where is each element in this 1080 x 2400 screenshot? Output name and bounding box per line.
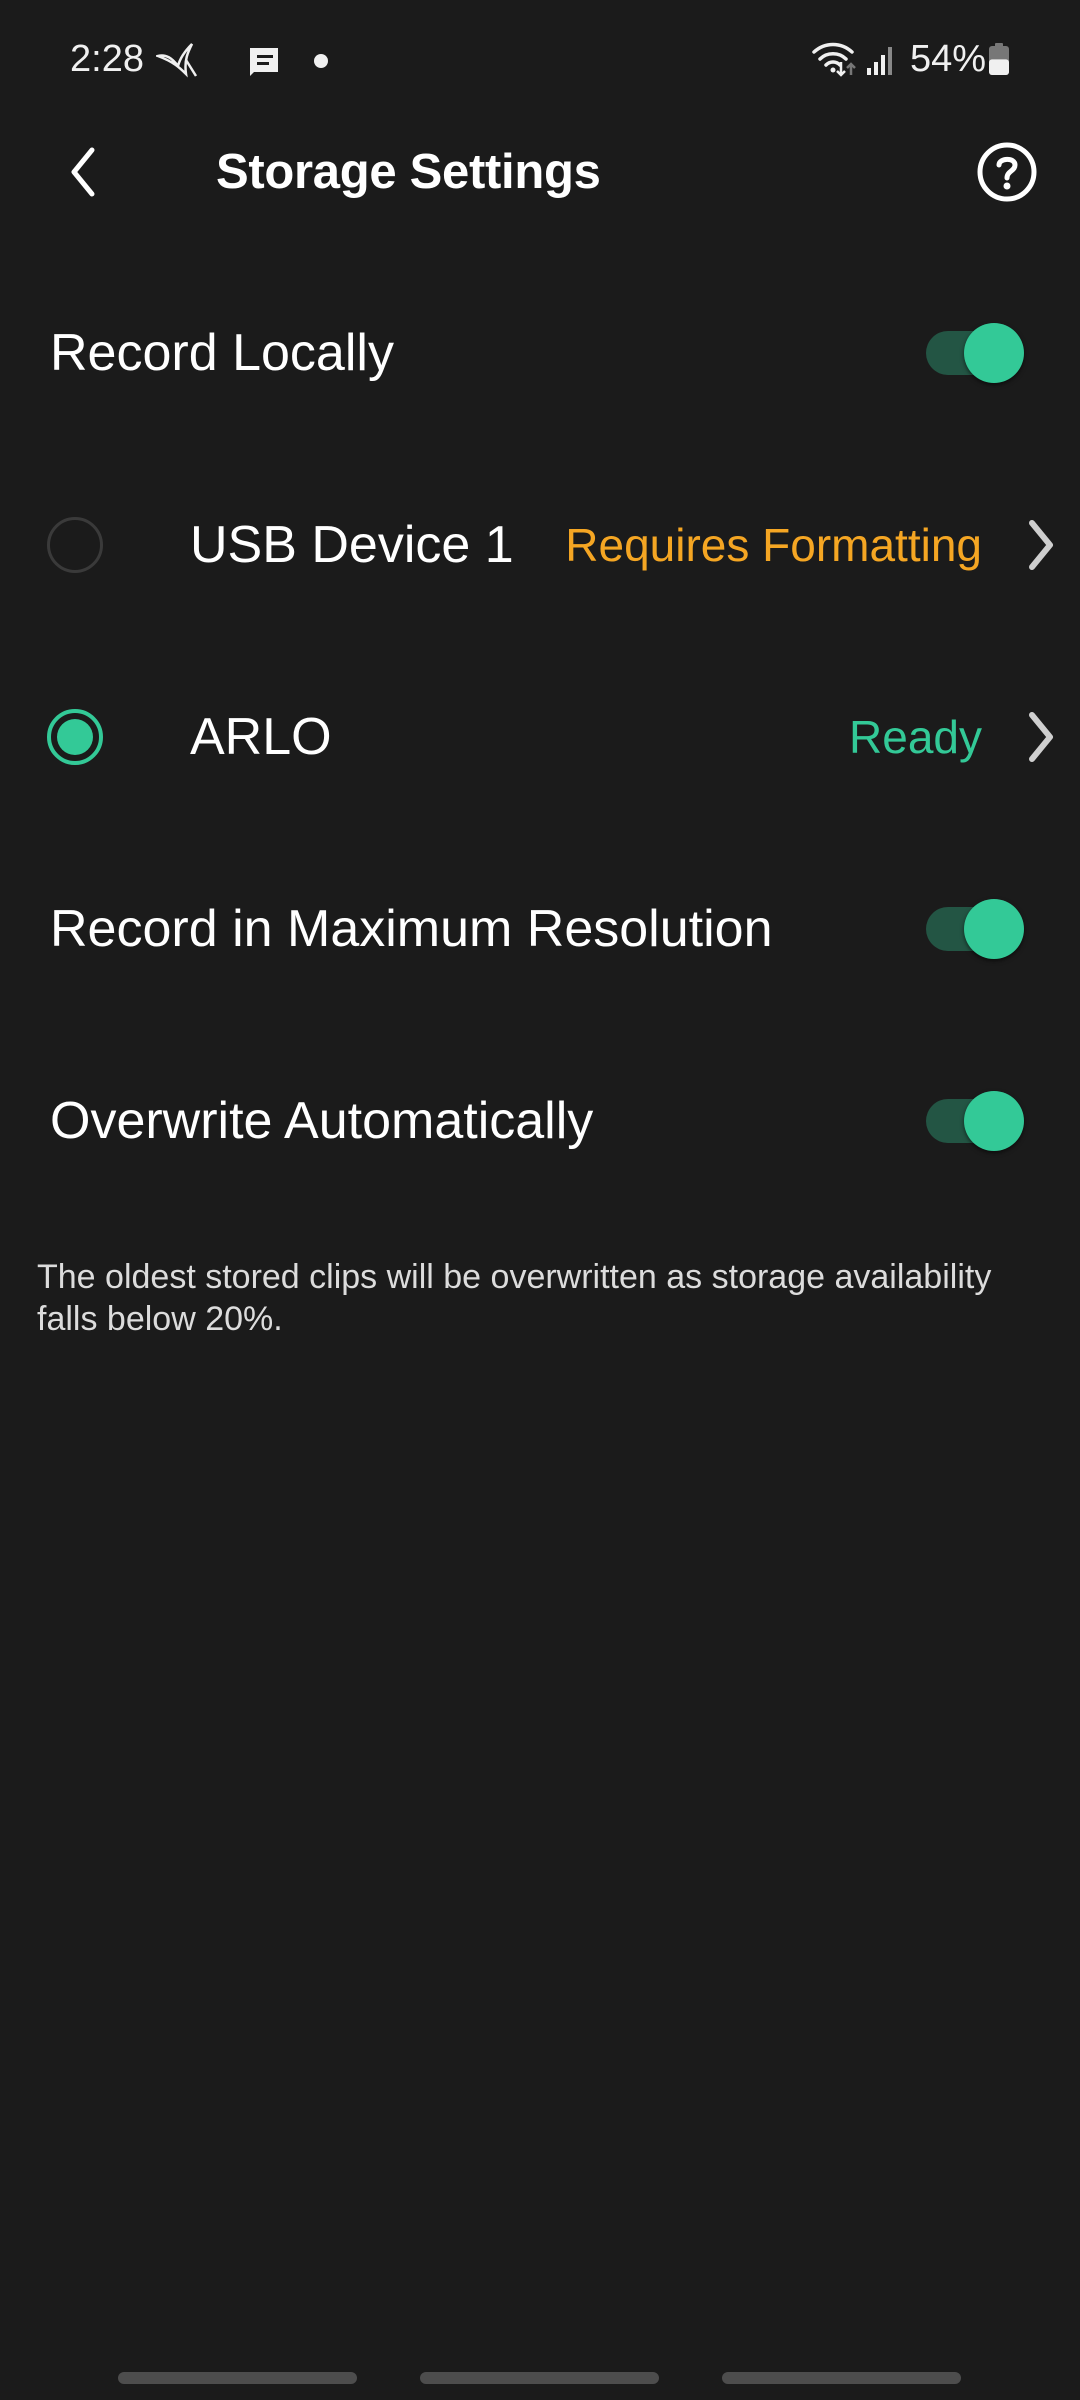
help-circle-icon [977, 142, 1037, 202]
storage-device-row-usb[interactable]: USB Device 1 Requires Formatting [0, 482, 1080, 608]
arlo-device-status: Ready [849, 711, 982, 763]
nav-home-handle[interactable] [420, 2372, 659, 2384]
max-resolution-row: Record in Maximum Resolution [0, 866, 1080, 992]
arlo-device-radio[interactable] [47, 709, 103, 765]
overwrite-note: The oldest stored clips will be overwrit… [37, 1258, 992, 1338]
cellular-signal-icon [867, 47, 892, 75]
status-time: 2:28 [70, 38, 144, 80]
toggle-knob [964, 899, 1024, 959]
max-resolution-label: Record in Maximum Resolution [50, 900, 773, 958]
record-locally-label: Record Locally [50, 324, 394, 382]
nav-recents-handle[interactable] [118, 2372, 357, 2384]
arlo-device-name: ARLO [190, 708, 332, 766]
toggle-knob [964, 1091, 1024, 1151]
overwrite-toggle[interactable] [924, 1089, 1024, 1153]
notification-dot-icon [314, 54, 328, 68]
arlo-bird-icon [156, 43, 198, 78]
chevron-right-icon[interactable] [1022, 517, 1058, 573]
record-locally-row: Record Locally [0, 290, 1080, 416]
max-resolution-toggle[interactable] [924, 897, 1024, 961]
page-title: Storage Settings [216, 145, 601, 199]
battery-percent: 54% [910, 38, 987, 80]
battery-icon [989, 43, 1009, 75]
message-icon [250, 48, 278, 76]
help-button[interactable] [976, 141, 1038, 203]
usb-device-radio[interactable] [47, 517, 103, 573]
wifi-data-icon [812, 42, 856, 77]
back-button[interactable] [58, 140, 108, 204]
overwrite-row: Overwrite Automatically [0, 1058, 1080, 1184]
radio-dot [57, 719, 93, 755]
record-locally-toggle[interactable] [924, 321, 1024, 385]
chevron-right-icon[interactable] [1022, 709, 1058, 765]
storage-device-row-arlo[interactable]: ARLO Ready [0, 674, 1080, 800]
nav-back-handle[interactable] [722, 2372, 961, 2384]
toggle-knob [964, 323, 1024, 383]
usb-device-status: Requires Formatting [565, 519, 982, 571]
usb-device-name: USB Device 1 [190, 516, 514, 574]
overwrite-label: Overwrite Automatically [50, 1092, 594, 1150]
